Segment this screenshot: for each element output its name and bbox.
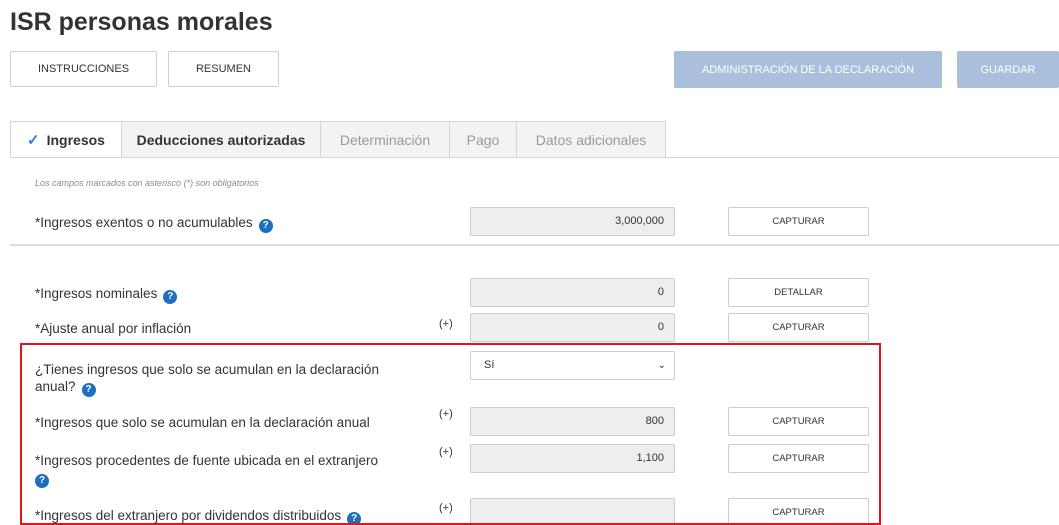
tab-determinacion: Determinación (320, 121, 450, 158)
tab-underline (10, 157, 1059, 158)
help-icon[interactable]: ? (258, 218, 273, 233)
tab-ingresos[interactable]: ✓ Ingresos (10, 121, 122, 158)
resumen-button[interactable]: RESUMEN (168, 51, 279, 87)
help-icon[interactable]: ? (163, 289, 178, 304)
tab-label: Deducciones autorizadas (136, 132, 306, 148)
tab-pago: Pago (449, 121, 517, 158)
tab-label: Ingresos (46, 131, 105, 148)
ingresos-exentos-field[interactable]: 3,000,000 (470, 207, 675, 236)
tab-bar: ✓ Ingresos Deducciones autorizadas Deter… (10, 121, 666, 158)
ajuste-anual-inflacion-field[interactable]: 0 (470, 313, 675, 342)
ajuste-anual-inflacion-label: *Ajuste anual por inflación (35, 321, 192, 336)
plus-sign: (+) (439, 318, 453, 330)
tab-label: Pago (466, 132, 500, 148)
administracion-declaracion-button[interactable]: ADMINISTRACIÓN DE LA DECLARACIÓN (674, 51, 942, 88)
field-label: *Ingresos nominales (35, 286, 158, 301)
section-divider (10, 244, 1059, 246)
detallar-ingresos-nominales-button[interactable]: DETALLAR (728, 278, 869, 307)
tab-label: Datos adicionales (535, 132, 647, 148)
ingresos-nominales-field[interactable]: 0 (470, 278, 675, 307)
ingresos-exentos-label: *Ingresos exentos o no acumulables? (35, 214, 273, 233)
field-label: *Ingresos exentos o no acumulables (35, 215, 253, 230)
page-title: ISR personas morales (10, 8, 273, 36)
capturar-ajuste-anual-button[interactable]: CAPTURAR (728, 313, 869, 342)
checkmark-icon: ✓ (27, 131, 40, 149)
highlight-box (20, 343, 881, 525)
capturar-ingresos-exentos-button[interactable]: CAPTURAR (728, 207, 869, 236)
required-fields-note: Los campos marcados con asterisco (*) so… (35, 178, 259, 188)
instrucciones-button[interactable]: INSTRUCCIONES (10, 51, 157, 87)
guardar-button[interactable]: GUARDAR (957, 51, 1059, 88)
tab-datos-adicionales: Datos adicionales (516, 121, 666, 158)
ingresos-nominales-label: *Ingresos nominales? (35, 285, 178, 304)
tab-deducciones-autorizadas[interactable]: Deducciones autorizadas (121, 121, 321, 158)
tab-label: Determinación (339, 132, 431, 148)
